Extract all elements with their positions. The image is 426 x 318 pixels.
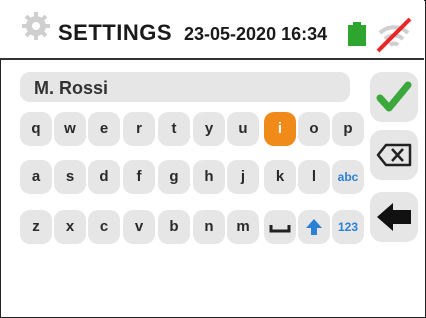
key-123[interactable]: 123 bbox=[332, 210, 364, 244]
key-d[interactable]: d bbox=[88, 160, 120, 194]
key-abc[interactable]: abc bbox=[332, 160, 364, 194]
key-a[interactable]: a bbox=[20, 160, 52, 194]
key-x[interactable]: x bbox=[54, 210, 86, 244]
key-space[interactable] bbox=[264, 210, 296, 244]
battery-icon bbox=[348, 22, 366, 46]
key-j[interactable]: j bbox=[227, 160, 259, 194]
key-q[interactable]: q bbox=[20, 112, 52, 146]
key-i[interactable]: i bbox=[264, 112, 296, 146]
key-h[interactable]: h bbox=[193, 160, 225, 194]
key-m[interactable]: m bbox=[227, 210, 259, 244]
key-e[interactable]: e bbox=[88, 112, 120, 146]
backspace-icon bbox=[376, 143, 412, 167]
key-y[interactable]: y bbox=[193, 112, 225, 146]
header-bar: SETTINGS 23-05-2020 16:34 bbox=[0, 0, 424, 60]
key-f[interactable]: f bbox=[123, 160, 155, 194]
key-u[interactable]: u bbox=[227, 112, 259, 146]
key-r[interactable]: r bbox=[123, 112, 155, 146]
key-l[interactable]: l bbox=[298, 160, 330, 194]
key-s[interactable]: s bbox=[54, 160, 86, 194]
key-z[interactable]: z bbox=[20, 210, 52, 244]
shift-arrow-icon bbox=[306, 219, 322, 235]
key-p[interactable]: p bbox=[332, 112, 364, 146]
date-time: 23-05-2020 16:34 bbox=[184, 24, 328, 44]
space-icon bbox=[269, 225, 291, 233]
back-button[interactable] bbox=[370, 192, 418, 242]
page-title: SETTINGS bbox=[58, 20, 173, 45]
key-v[interactable]: v bbox=[123, 210, 155, 244]
backspace-button[interactable] bbox=[370, 130, 418, 180]
wifi-off-icon bbox=[376, 17, 412, 53]
confirm-check-icon bbox=[376, 81, 412, 112]
name-input-value: M. Rossi bbox=[34, 78, 109, 98]
key-t[interactable]: t bbox=[158, 112, 190, 146]
key-g[interactable]: g bbox=[158, 160, 190, 194]
key-w[interactable]: w bbox=[54, 112, 86, 146]
key-b[interactable]: b bbox=[158, 210, 190, 244]
key-n[interactable]: n bbox=[193, 210, 225, 244]
key-k[interactable]: k bbox=[264, 160, 296, 194]
key-c[interactable]: c bbox=[88, 210, 120, 244]
name-input[interactable]: M. Rossi bbox=[20, 72, 350, 102]
back-arrow-icon bbox=[377, 203, 411, 231]
key-shift[interactable] bbox=[298, 210, 330, 244]
key-o[interactable]: o bbox=[298, 112, 330, 146]
gear-icon bbox=[22, 12, 50, 40]
confirm-button[interactable] bbox=[370, 72, 418, 122]
